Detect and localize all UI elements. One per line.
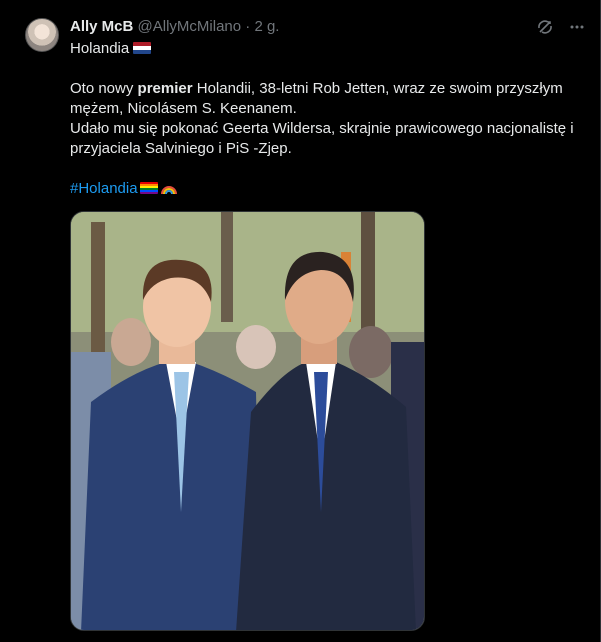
hashtag-link[interactable]: #Holandia: [70, 180, 138, 197]
post-body: Oto nowy premier Holandii, 38-letni Rob …: [70, 79, 590, 159]
hashtag-line: #Holandia: [70, 179, 178, 199]
author-handle[interactable]: @AllyMcMilano: [138, 18, 242, 35]
more-icon[interactable]: [568, 18, 586, 36]
author-name[interactable]: Ally McB: [70, 18, 133, 35]
post-paragraph-1: Oto nowy premier Holandii, 38-letni Rob …: [70, 79, 590, 119]
tweet-header: Ally McB @AllyMcMilano · 2 g.: [70, 17, 279, 36]
post-paragraph-2: Udało mu się pokonać Geerta Wildersa, sk…: [70, 120, 574, 157]
post-title: Holandia: [70, 39, 152, 59]
line1-bold: premier: [137, 80, 193, 97]
photo-illustration: [71, 212, 424, 630]
grok-icon[interactable]: [536, 18, 554, 36]
tweet[interactable]: Ally McB @AllyMcMilano · 2 g. Holandia O…: [0, 0, 601, 642]
post-title-text: Holandia: [70, 40, 130, 57]
line1-pre: Oto nowy: [70, 80, 138, 97]
post-photo[interactable]: [70, 211, 425, 631]
post-time[interactable]: · 2 g.: [245, 18, 279, 35]
netherlands-flag-icon: [133, 42, 152, 54]
rainbow-icon: [160, 181, 178, 195]
avatar[interactable]: [25, 18, 59, 52]
tweet-actions: [536, 18, 586, 36]
rainbow-flag-icon: [139, 182, 158, 194]
